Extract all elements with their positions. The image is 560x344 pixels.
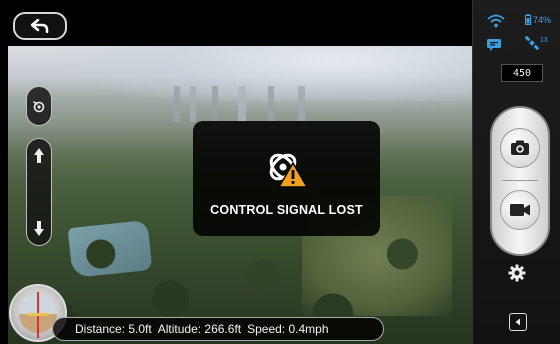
tilt-up-arrow-icon[interactable]: [33, 147, 45, 167]
back-arrow-icon: [31, 19, 49, 33]
capture-divider: [502, 180, 538, 181]
signal-lost-alert: CONTROL SIGNAL LOST: [193, 121, 380, 236]
alert-message: CONTROL SIGNAL LOST: [210, 203, 363, 217]
tilt-down-arrow-icon[interactable]: [33, 217, 45, 237]
speed-readout: Speed: 0.4mph: [247, 322, 329, 336]
satellite-indicator: 13: [525, 36, 548, 50]
satellite-count: 13: [540, 36, 548, 44]
gimbal-tilt-control[interactable]: [26, 138, 52, 246]
left-control-strip: [26, 86, 52, 246]
distance-readout: Distance: 5.0ft: [75, 322, 152, 336]
camera-icon: [511, 140, 529, 155]
collapse-panel-button[interactable]: [509, 313, 527, 331]
collapse-panel-icon: [515, 318, 520, 326]
feed-city-skyline: [168, 86, 368, 122]
back-button[interactable]: [13, 12, 67, 40]
gimbal-icon: [33, 101, 45, 113]
right-control-panel: 74% 13 450: [472, 0, 560, 344]
flight-status-bar: Distance: 5.0ft Altitude: 266.6ft Speed:…: [52, 317, 384, 341]
gimbal-mode-button[interactable]: [26, 86, 52, 126]
shot-counter: 450: [501, 64, 543, 82]
top-bar: [0, 0, 472, 46]
battery-icon: [525, 14, 531, 25]
settings-button[interactable]: [508, 264, 526, 287]
video-record-button[interactable]: [500, 190, 540, 230]
photo-capture-button[interactable]: [500, 128, 540, 168]
video-camera-icon: [510, 204, 530, 216]
battery-text: 74%: [533, 14, 552, 25]
signal-lost-warning-icon: [257, 141, 317, 189]
attitude-wing: [27, 313, 49, 316]
satellite-icon: [525, 36, 539, 50]
altitude-readout: Altitude: 266.6ft: [157, 322, 242, 336]
chat-icon[interactable]: [486, 38, 502, 52]
status-indicators: 74% 13: [473, 8, 560, 54]
gear-icon: [508, 264, 526, 282]
wifi-icon: [487, 14, 505, 28]
battery-indicator: 74%: [525, 14, 551, 25]
capture-controls: [490, 106, 550, 256]
